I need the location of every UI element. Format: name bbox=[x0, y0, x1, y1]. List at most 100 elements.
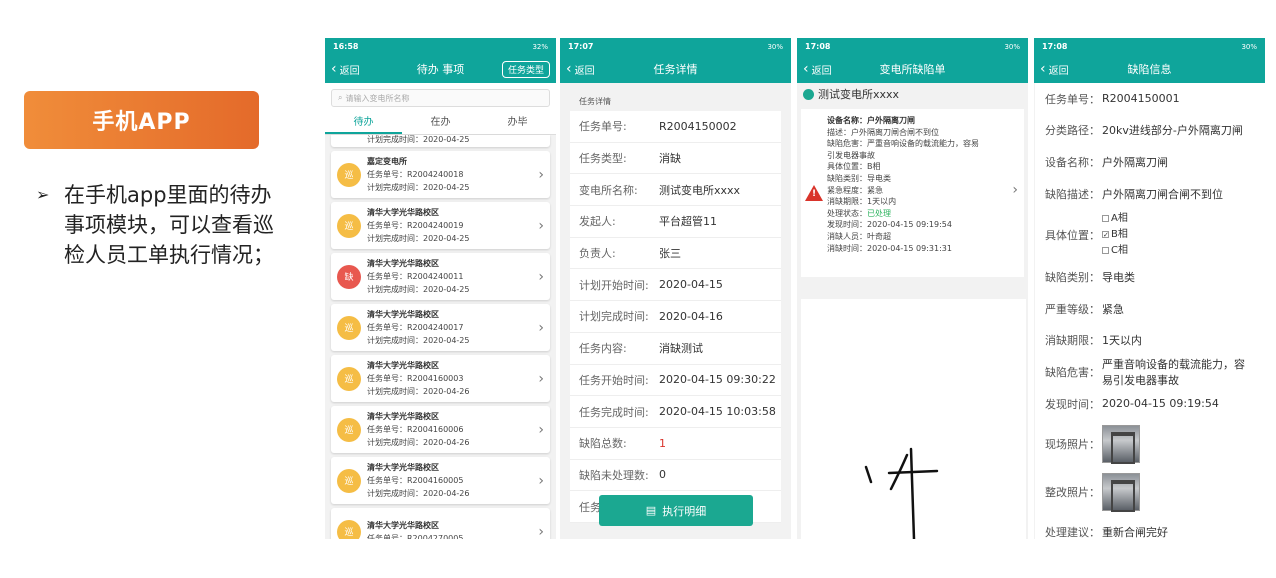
detail-key: 缺陷总数: bbox=[579, 437, 627, 451]
detail-row: 任务内容: 消缺测试 bbox=[570, 333, 781, 365]
list-item[interactable]: 巡清华大学光华路校区 任务单号：R2004160003 计划完成时间：2020-04… bbox=[331, 355, 550, 402]
defect-line: 缺陷危害：严重音响设备的载流能力，容易 bbox=[827, 139, 979, 149]
defect-card[interactable]: ! 设备名称：户外隔离刀闸 描述：户外隔离刀闸合闸不到位 缺陷危害：严重音响设备的… bbox=[801, 109, 1024, 277]
info-value: 导电类 bbox=[1102, 271, 1135, 285]
task-order: 任务单号：R2004240017 bbox=[367, 323, 464, 332]
station-icon bbox=[803, 88, 814, 100]
task-type-icon: 巡 bbox=[337, 468, 361, 493]
station-name: 清华大学光华路校区 bbox=[367, 520, 439, 530]
info-value: 1天以内 bbox=[1102, 334, 1142, 348]
defect-line: 消缺时间：2020-04-15 09:31:31 bbox=[827, 243, 952, 253]
checkbox-b[interactable]: ✓ B相 bbox=[1102, 227, 1255, 243]
list-item[interactable]: 巡清华大学光华路校区 任务单号：R2004270005 › bbox=[331, 508, 550, 539]
detail-row: 任务单号: R2004150002 bbox=[570, 111, 781, 143]
chevron-left-icon: ‹ bbox=[1040, 61, 1046, 77]
list-item-info: 清华大学光华路校区 任务单号：R2004240017 计划完成时间：2020-04-… bbox=[367, 308, 470, 347]
tab-done[interactable]: 办毕 bbox=[479, 113, 556, 134]
station-name: 嘉定变电所 bbox=[367, 157, 407, 166]
info-key: 设备名称： bbox=[1045, 155, 1100, 169]
status-bar: 17:08 30% bbox=[797, 38, 1028, 55]
defect-line: 消缺人员：叶奇超 bbox=[827, 231, 891, 241]
plan-time: 计划完成时间：2020-04-25 bbox=[367, 336, 470, 345]
detail-row: 计划完成时间: 2020-04-16 bbox=[570, 301, 781, 333]
list-item-info: 清华大学光华路校区 任务单号：R2004240019 计划完成时间：2020-04-… bbox=[367, 206, 470, 245]
phone-defect-info: 17:08 30% ‹ 返回 缺陷信息 任务单号： R2004150001 分类路径： 2… bbox=[1034, 38, 1265, 539]
back-button[interactable]: ‹ 返回 bbox=[803, 62, 832, 77]
checkbox-c[interactable]: C相 bbox=[1102, 243, 1255, 259]
detail-row: 缺陷未处理数: 0 bbox=[570, 460, 781, 492]
section-heading: 任务详情 bbox=[579, 97, 611, 106]
info-key: 任务单号： bbox=[1045, 92, 1100, 106]
info-key: 严重等级： bbox=[1045, 302, 1100, 316]
checkbox-a[interactable]: A相 bbox=[1102, 211, 1255, 227]
nav-bar: ‹ 返回 待办 事项 任务类型 bbox=[325, 55, 556, 83]
list-item[interactable]: 巡清华大学光华路校区 任务单号：R2004160005 计划完成时间：2020-04… bbox=[331, 457, 550, 504]
signature-pad[interactable] bbox=[801, 299, 1026, 539]
info-row: 缺陷描述： 户外隔离刀闸合闸不到位 bbox=[1045, 178, 1255, 210]
info-row: 消缺期限： 1天以内 bbox=[1045, 325, 1255, 357]
detail-value: 2020-04-16 bbox=[659, 309, 723, 323]
tab-todo[interactable]: 待办 bbox=[325, 113, 402, 134]
chevron-right-icon: › bbox=[1012, 182, 1018, 198]
task-type-icon: 巡 bbox=[337, 213, 361, 238]
back-button[interactable]: ‹ 返回 bbox=[1040, 62, 1069, 77]
list-item[interactable]: 缺清华大学光华路校区 任务单号：R2004240011 计划完成时间：2020-04… bbox=[331, 253, 550, 300]
defect-line: 紧急程度：紧急 bbox=[827, 185, 883, 195]
site-photo-row: 现场照片： bbox=[1045, 420, 1255, 468]
detail-key: 任务类型: bbox=[579, 152, 627, 166]
detail-row: 负责人: 张三 bbox=[570, 238, 781, 270]
suggestion-row: 处理建议： 重新合闸完好 bbox=[1045, 525, 1168, 539]
info-value: R2004150001 bbox=[1102, 92, 1180, 106]
list-item[interactable]: 巡嘉定变电所 任务单号：R2004240018 计划完成时间：2020-04-25 › bbox=[331, 151, 550, 198]
back-button[interactable]: ‹ 返回 bbox=[566, 62, 595, 77]
tab-in-progress[interactable]: 在办 bbox=[402, 113, 479, 134]
defect-status: 处理状态：已处理 bbox=[827, 208, 891, 218]
info-row: 缺陷危害： 严重音响设备的载流能力，容易引发电器事故 bbox=[1045, 356, 1255, 388]
app-badge: 手机APP bbox=[24, 91, 259, 149]
info-key: 分类路径： bbox=[1045, 124, 1100, 138]
list-item-info: 嘉定变电所 任务单号：R2004240018 计划完成时间：2020-04-25 bbox=[367, 155, 470, 194]
status-bar: 17:07 30% bbox=[560, 38, 791, 55]
task-list: 巡嘉定变电所 任务单号：R2004240018 计划完成时间：2020-04-25 ›… bbox=[325, 151, 556, 539]
info-row: 设备名称： 户外隔离刀闸 bbox=[1045, 146, 1255, 178]
arrow-bullet-icon: ➢ bbox=[36, 185, 50, 204]
search-input[interactable]: ⌕ 请输入变电所名称 bbox=[331, 89, 550, 107]
detail-value: 消缺测试 bbox=[659, 342, 703, 356]
detail-key: 任务内容: bbox=[579, 342, 627, 356]
task-order: 任务单号：R2004240019 bbox=[367, 221, 464, 230]
defect-line: 消缺期限：1天以内 bbox=[827, 197, 897, 207]
execute-detail-button[interactable]: ▤ 执行明细 bbox=[599, 495, 753, 526]
nav-bar: ‹ 返回 任务详情 bbox=[560, 55, 791, 83]
info-row: 严重等级： 紧急 bbox=[1045, 293, 1255, 325]
station-name: 清华大学光华路校区 bbox=[367, 463, 439, 472]
list-item-info: 清华大学光华路校区 任务单号：R2004160006 计划完成时间：2020-04-… bbox=[367, 410, 470, 449]
list-item-info: 清华大学光华路校区 任务单号：R2004160003 计划完成时间：2020-04-… bbox=[367, 359, 470, 398]
list-item[interactable]: 巡清华大学光华路校区 任务单号：R2004240019 计划完成时间：2020-04… bbox=[331, 202, 550, 249]
station-name: 清华大学光华路校区 bbox=[367, 208, 439, 217]
detail-row: 任务类型: 消缺 bbox=[570, 143, 781, 175]
defect-line: 引发电器事故 bbox=[827, 150, 875, 160]
task-type-button[interactable]: 任务类型 bbox=[501, 60, 550, 78]
detail-key: 负责人: bbox=[579, 247, 616, 261]
info-value: 2020-04-15 09:19:54 bbox=[1102, 397, 1219, 411]
description-text: 在手机app里面的待办事项模块，可以查看巡检人员工单执行情况； bbox=[64, 183, 274, 267]
chevron-right-icon: › bbox=[538, 523, 544, 540]
info-value: 户外隔离刀闸合闸不到位 bbox=[1102, 187, 1223, 201]
task-order: 任务单号：R2004160003 bbox=[367, 374, 464, 383]
info-value: 20kv进线部分-户外隔离刀闸 bbox=[1102, 124, 1243, 138]
detail-row: 变电所名称: 测试变电所xxxx bbox=[570, 174, 781, 207]
page-title: 变电所缺陷单 bbox=[879, 63, 946, 76]
detail-row: 任务完成时间: 2020-04-15 10:03:58 bbox=[570, 396, 781, 428]
signature-drawing bbox=[864, 447, 939, 539]
list-item[interactable]: 巡清华大学光华路校区 任务单号：R2004240017 计划完成时间：2020-04… bbox=[331, 304, 550, 351]
rectify-photo[interactable] bbox=[1102, 472, 1140, 512]
station-header: 测试变电所xxxx bbox=[797, 83, 1028, 105]
task-type-icon: 巡 bbox=[337, 162, 361, 187]
back-button[interactable]: ‹ 返回 bbox=[331, 62, 360, 77]
list-item[interactable]: 巡清华大学光华路校区 任务单号：R2004160006 计划完成时间：2020-04… bbox=[331, 406, 550, 453]
info-row: 发现时间： 2020-04-15 09:19:54 bbox=[1045, 388, 1255, 420]
info-key: 缺陷危害： bbox=[1045, 366, 1100, 380]
info-value: 紧急 bbox=[1102, 302, 1124, 316]
site-photo[interactable] bbox=[1102, 424, 1140, 464]
chevron-right-icon: › bbox=[538, 421, 544, 438]
